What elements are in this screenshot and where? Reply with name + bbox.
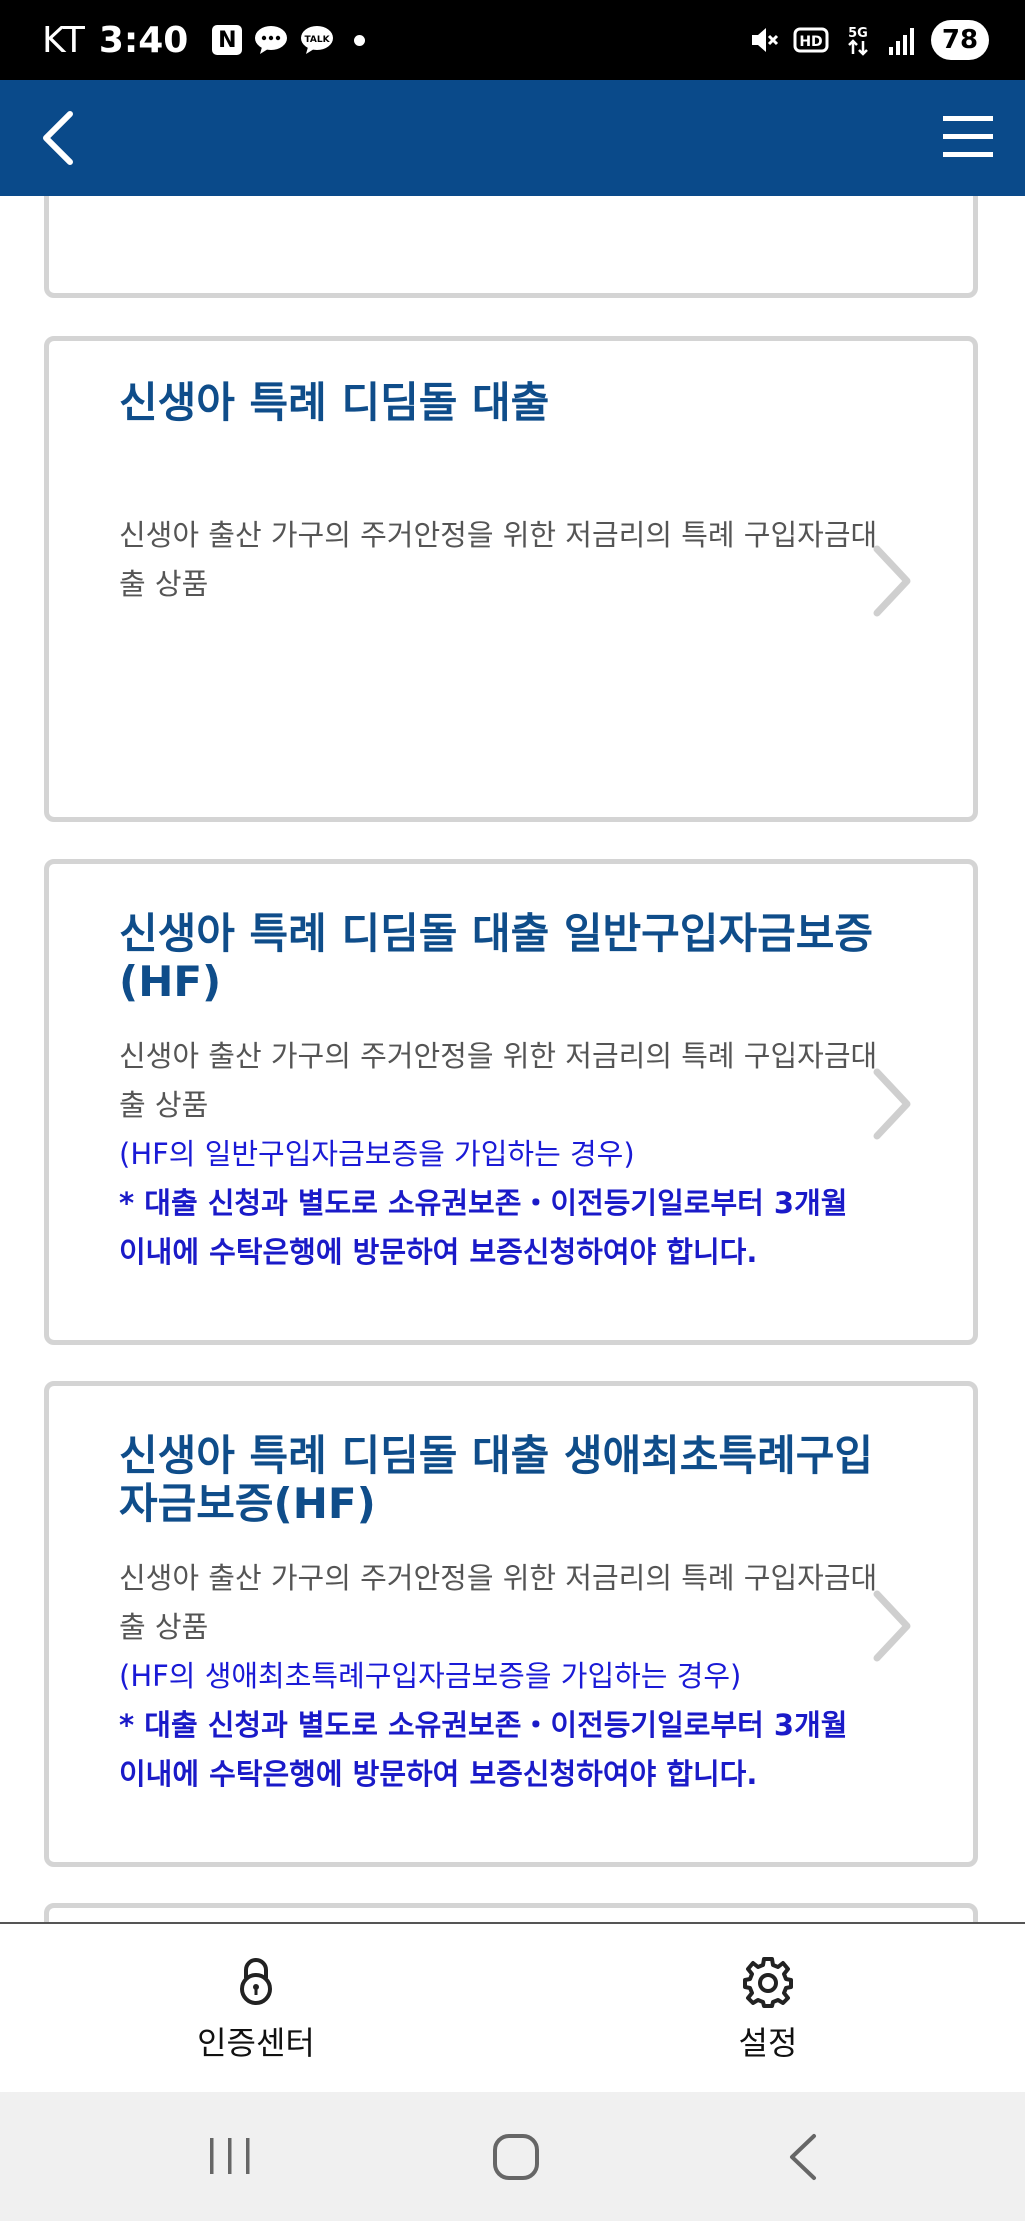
product-card-newborn-didimdol[interactable]: 신생아 특례 디딤돌 대출 신생아 출산 가구의 주거안정을 위한 저금리의 특… — [44, 336, 978, 822]
chevron-right-icon[interactable] — [867, 1064, 917, 1144]
chevron-left-icon[interactable] — [30, 106, 94, 170]
product-card-general-purchase-guarantee[interactable]: 신생아 특례 디딤돌 대출 일반구입자금보증(HF) 신생아 출산 가구의 주거… — [44, 859, 978, 1345]
system-nav-bar — [0, 2092, 1025, 2221]
svg-text:TALK: TALK — [305, 35, 331, 45]
status-bar-right: HD 5G 78 — [749, 20, 989, 60]
status-bar-left: KT 3:40 N TALK — [42, 19, 366, 61]
carrier-label: KT — [42, 19, 85, 61]
svg-text:HD: HD — [799, 34, 822, 50]
product-note: (HF의 일반구입자금보증을 가입하는 경우) — [119, 1137, 635, 1171]
nav-auth-center[interactable]: 인증센터 — [156, 1954, 356, 2064]
product-card-partial[interactable] — [44, 196, 978, 298]
status-bar: KT 3:40 N TALK HD 5G 78 — [0, 0, 1025, 80]
product-warning: * 대출 신청과 별도로 소유권보존・이전등기일로부터 3개월 이내에 수탁은행… — [119, 1186, 848, 1269]
mute-icon — [752, 28, 779, 52]
svg-text:5G: 5G — [848, 26, 868, 41]
hd-icon: HD — [793, 27, 829, 53]
lock-icon — [240, 1958, 272, 2005]
dot-icon — [354, 34, 366, 46]
n-icon: N — [212, 25, 243, 55]
bottom-nav: 인증센터 설정 — [0, 1922, 1025, 2094]
talk-icon: TALK — [301, 26, 334, 54]
chevron-right-icon[interactable] — [867, 1586, 917, 1666]
product-description: 신생아 출산 가구의 주거안정을 위한 저금리의 특례 구입자금대출 상품 — [119, 1039, 878, 1122]
home-icon[interactable] — [486, 2130, 546, 2184]
product-note: (HF의 생애최초특례구입자금보증을 가입하는 경우) — [119, 1659, 742, 1693]
gear-icon — [743, 1957, 793, 2008]
nav-label: 인증센터 — [197, 2024, 315, 2062]
product-card-first-home-guarantee[interactable]: 신생아 특례 디딤돌 대출 생애최초특례구입자금보증(HF) 신생아 출산 가구… — [44, 1381, 978, 1867]
product-description: 신생아 출산 가구의 주거안정을 위한 저금리의 특례 구입자금대출 상품 — [119, 1561, 878, 1644]
chevron-right-icon[interactable] — [867, 541, 917, 621]
back-icon[interactable] — [774, 2130, 834, 2184]
hamburger-menu-icon[interactable] — [941, 110, 995, 164]
product-warning: * 대출 신청과 별도로 소유권보존・이전등기일로부터 3개월 이내에 수탁은행… — [119, 1708, 848, 1791]
product-description: 신생아 출산 가구의 주거안정을 위한 저금리의 특례 구입자금대출 상품 — [119, 518, 878, 601]
nav-settings[interactable]: 설정 — [668, 1954, 868, 2064]
product-title: 신생아 특례 디딤돌 대출 생애최초특례구입자금보증(HF) — [119, 1431, 874, 1528]
chat-icon — [255, 26, 288, 54]
product-title: 신생아 특례 디딤돌 대출 일반구입자금보증(HF) — [119, 909, 874, 1006]
app-header — [0, 80, 1025, 196]
5g-icon: 5G — [848, 26, 868, 56]
product-details: 신생아 출산 가구의 주거안정을 위한 저금리의 특례 구입자금대출 상품 (H… — [119, 1032, 879, 1277]
recent-apps-icon[interactable] — [200, 2130, 260, 2184]
battery-icon: 78 — [931, 20, 989, 60]
signal-icon — [889, 28, 914, 55]
nav-label: 설정 — [738, 2024, 798, 2062]
product-title: 신생아 특례 디딤돌 대출 — [119, 378, 550, 427]
loan-product-list[interactable]: 신생아 특례 디딤돌 대출 신생아 출산 가구의 주거안정을 위한 저금리의 특… — [0, 196, 1025, 1922]
clock: 3:40 — [98, 19, 189, 61]
product-card-partial-next[interactable] — [44, 1903, 978, 1922]
product-details: 신생아 출산 가구의 주거안정을 위한 저금리의 특례 구입자금대출 상품 (H… — [119, 1554, 879, 1799]
